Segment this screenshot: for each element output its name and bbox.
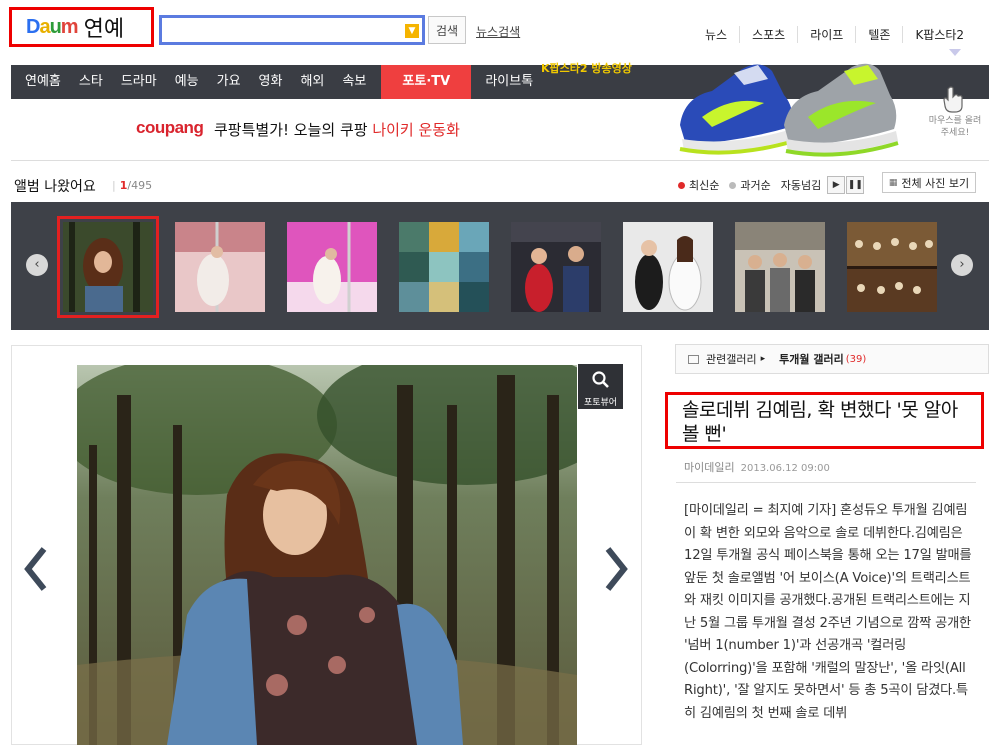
sort-past[interactable]: 과거순 <box>729 177 771 193</box>
ad-divider <box>11 160 989 161</box>
article-headline: 솔로데뷔 김예림, 확 변했다 '못 알아볼 뻔' <box>665 392 984 449</box>
article-source[interactable]: 마이데일리 <box>684 461 735 474</box>
nav-breaking[interactable]: 속보 <box>333 65 375 99</box>
strip-prev-button[interactable]: ‹ <box>26 254 48 276</box>
pause-button[interactable]: ❚❚ <box>846 176 865 194</box>
logo-section-title: 연예 <box>83 17 125 42</box>
thumb-7[interactable] <box>735 222 825 312</box>
thumbnail-strip: ‹ › <box>11 202 989 330</box>
album-counter: | 1/495 <box>112 179 153 192</box>
thumb-5[interactable] <box>511 222 601 312</box>
search-icon <box>591 371 609 388</box>
search-box: ▼ <box>159 15 425 45</box>
main-photo[interactable] <box>77 365 577 745</box>
related-gallery-name[interactable]: 투개월 갤러리 <box>779 351 844 367</box>
promo-text[interactable]: K팝스타2 방송영상 <box>541 60 632 76</box>
strip-next-button[interactable]: › <box>951 254 973 276</box>
photo-prev-button[interactable] <box>22 545 48 593</box>
search-button[interactable]: 검색 <box>428 16 466 44</box>
thumb-8[interactable] <box>847 222 937 312</box>
topnav-telzone[interactable]: 텔존 <box>855 26 902 43</box>
photo-viewer-label: 포토뷰어 <box>583 398 618 408</box>
ad-hint-text: 마우스를 올려주세요! <box>928 116 982 138</box>
thumb-3[interactable] <box>287 222 377 312</box>
sort-controls: 최신순 과거순 자동넘김 ▶ ❚❚ <box>678 176 865 194</box>
nav-movie[interactable]: 영화 <box>250 65 292 99</box>
nav-music[interactable]: 가요 <box>208 65 250 99</box>
photo-viewer-button[interactable]: 포토뷰어 <box>578 364 623 409</box>
nav-home[interactable]: 연예홈 <box>11 65 70 99</box>
grid-icon: ▦ <box>888 177 898 188</box>
topnav-sports[interactable]: 스포츠 <box>739 26 797 43</box>
sort-latest[interactable]: 최신순 <box>678 177 719 193</box>
thumb-2[interactable] <box>175 222 265 312</box>
nav-drama[interactable]: 드라마 <box>112 65 166 99</box>
topnav-life[interactable]: 라이프 <box>797 26 855 43</box>
search-input[interactable] <box>162 18 402 42</box>
nav-variety[interactable]: 예능 <box>166 65 208 99</box>
thumb-1[interactable] <box>57 216 159 318</box>
article-divider <box>676 482 976 483</box>
nav-star[interactable]: 스타 <box>70 65 112 99</box>
nav-photo-tv[interactable]: 포토·TV <box>381 65 472 99</box>
article-body: [마이데일리 = 최지예 기자] 혼성듀오 투개월 김예림이 확 변한 외모와 … <box>684 503 972 721</box>
thumb-4[interactable] <box>399 222 489 312</box>
chevron-right-icon: ▸ <box>760 354 766 364</box>
related-gallery-bar[interactable]: 관련갤러리 ▸ 투개월 갤러리 (39) <box>675 344 989 374</box>
news-search-link[interactable]: 뉴스검색 <box>476 23 520 40</box>
related-gallery-label: 관련갤러리 <box>706 353 757 366</box>
top-nav: 뉴스 스포츠 라이프 텔존 K팝스타2 <box>705 26 976 43</box>
daum-logo[interactable]: Daum 연예 <box>9 7 154 47</box>
thumb-6[interactable] <box>623 222 713 312</box>
latest-dot-icon <box>678 181 685 189</box>
related-gallery-count: (39) <box>845 353 867 365</box>
topnav-kpopstar[interactable]: K팝스타2 <box>902 26 976 43</box>
album-title: 앨범 나왔어요 <box>14 179 96 195</box>
article-byline: 마이데일리 2013.06.12 09:00 <box>684 459 830 475</box>
gallery-icon <box>688 354 699 364</box>
ad-text[interactable]: 쿠팡특별가! 오늘의 쿠팡 나이키 운동화 <box>214 119 460 140</box>
hand-pointer-icon <box>943 86 963 113</box>
nav-overseas[interactable]: 해외 <box>291 65 333 99</box>
photo-next-button[interactable] <box>604 545 630 593</box>
logo-brand: Daum <box>26 15 79 38</box>
nav-livetalk[interactable]: 라이브톡 <box>471 65 542 99</box>
play-button[interactable]: ▶ <box>827 176 846 194</box>
coupang-logo[interactable]: coupang <box>136 118 204 138</box>
autoplay-label: 자동넘김 <box>780 179 822 192</box>
topnav-news[interactable]: 뉴스 <box>705 26 739 43</box>
search-dropdown-icon[interactable]: ▼ <box>405 24 419 38</box>
sneakers-ad-image[interactable] <box>672 55 904 161</box>
view-all-photos-button[interactable]: ▦ 전체 사진 보기 <box>882 172 976 193</box>
past-dot-icon <box>729 181 737 189</box>
article-date: 2013.06.12 09:00 <box>740 463 830 474</box>
topnav-pointer-icon <box>949 49 961 56</box>
